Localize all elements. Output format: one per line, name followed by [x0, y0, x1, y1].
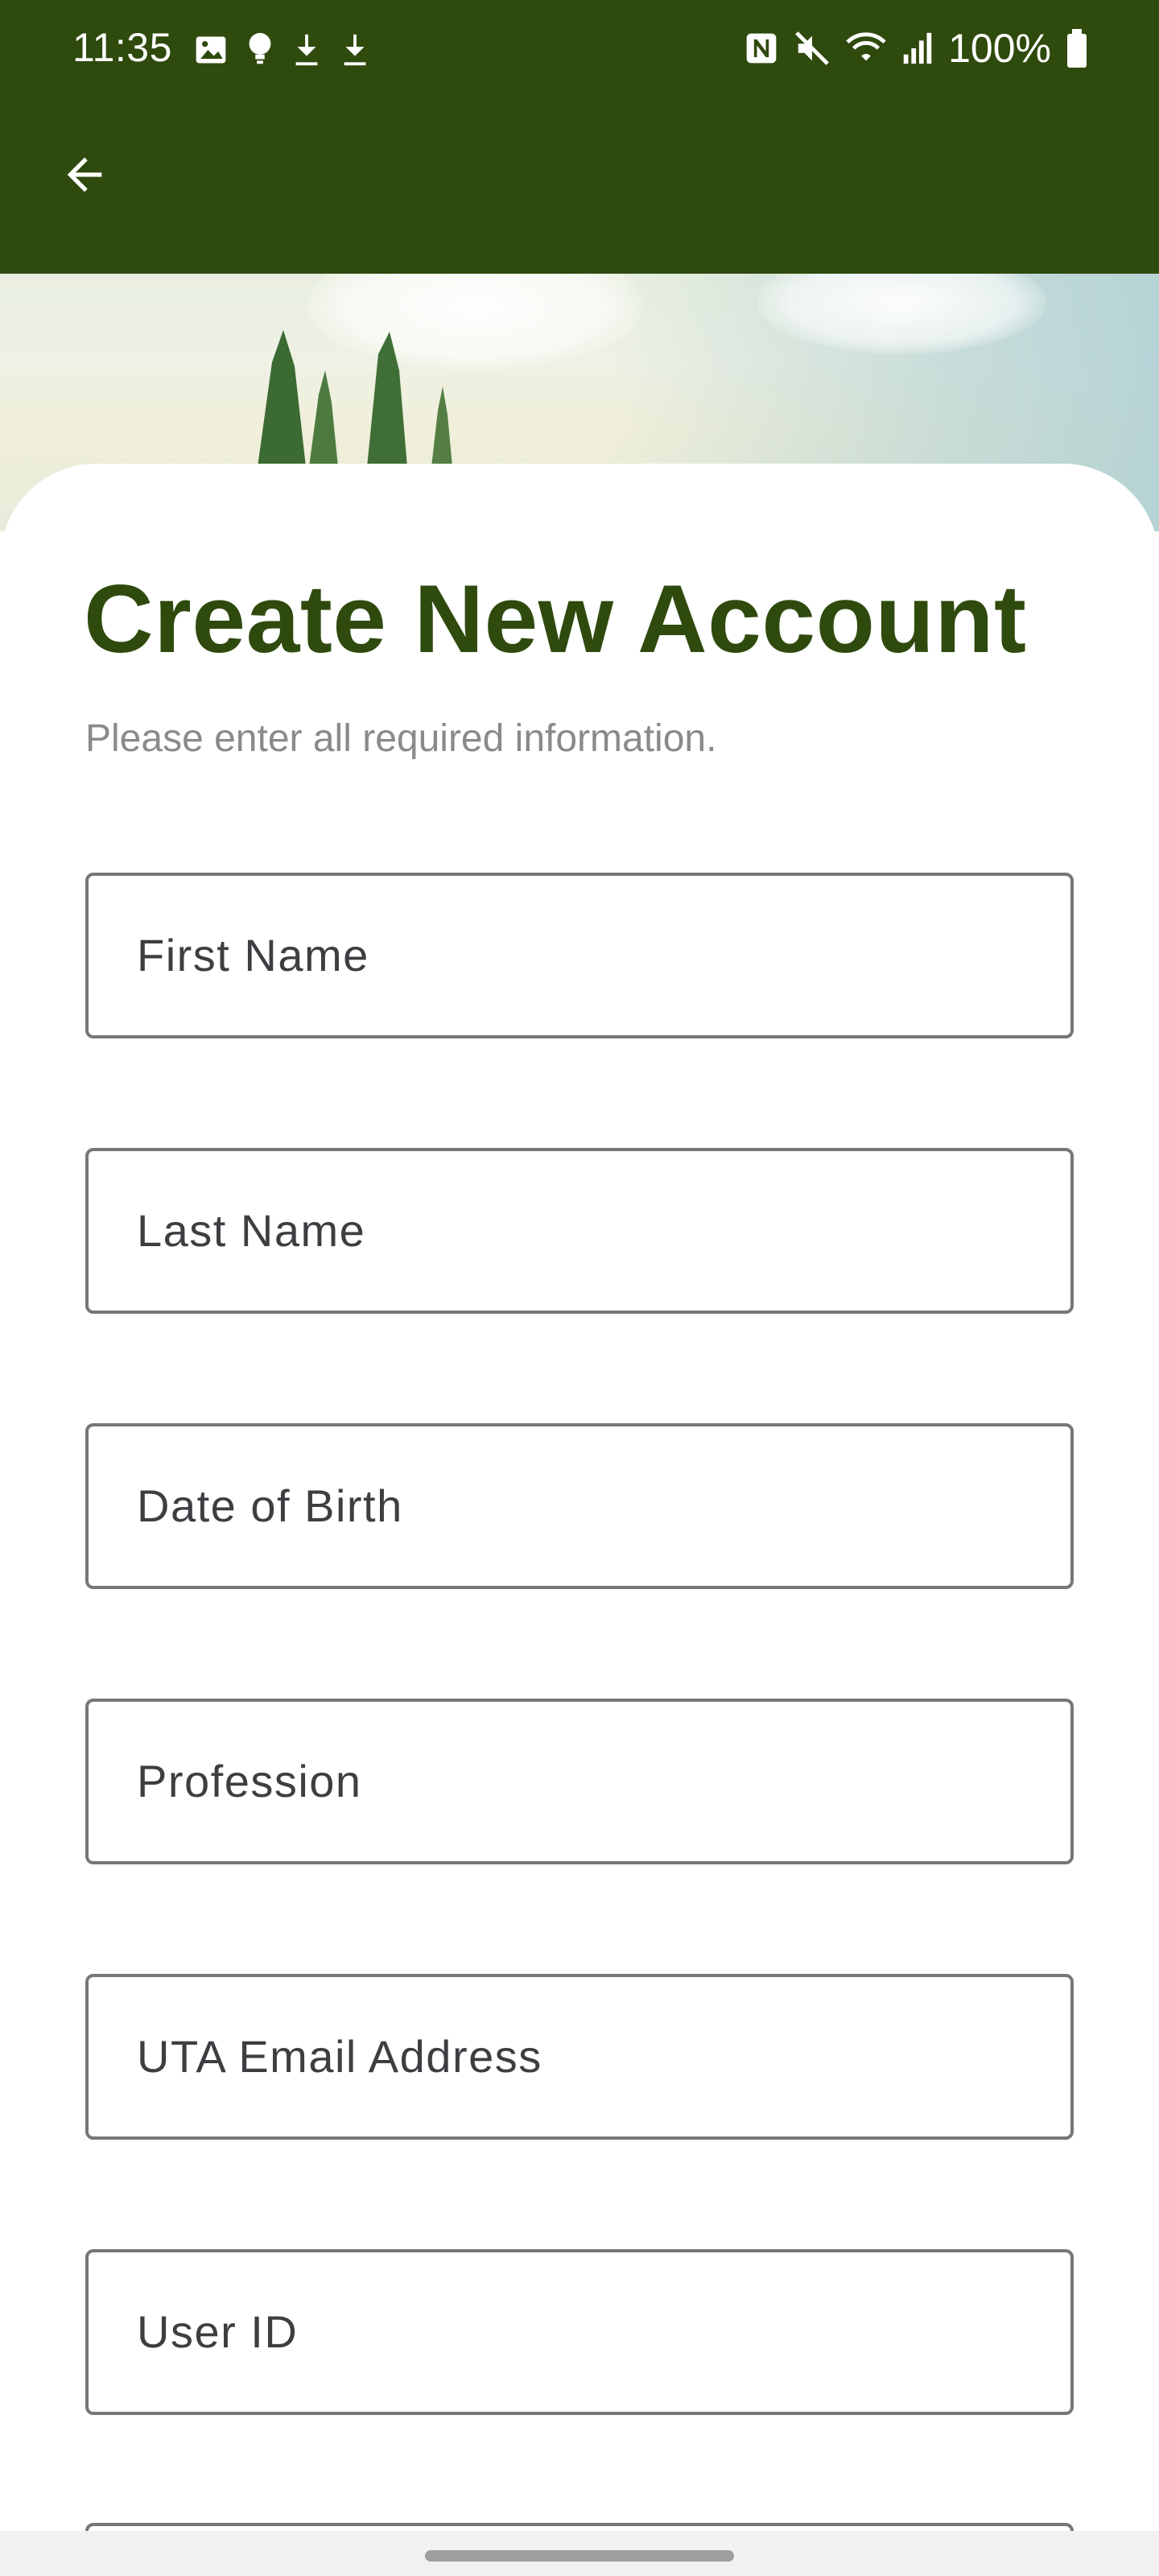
last-name-field[interactable]: Last Name — [85, 1148, 1074, 1314]
date-of-birth-field[interactable]: Date of Birth — [85, 1423, 1074, 1589]
wifi-icon — [845, 30, 887, 67]
user-id-field[interactable]: User ID — [85, 2249, 1074, 2415]
user-id-label: User ID — [137, 2306, 299, 2357]
system-nav-bar — [0, 2531, 1159, 2576]
notification-icons — [193, 29, 370, 71]
system-icons: 100% — [744, 24, 1088, 72]
email-field[interactable]: UTA Email Address — [85, 1974, 1074, 2140]
status-bar: 11:35 100% — [0, 0, 1159, 100]
battery-percentage: 100% — [948, 26, 1051, 71]
first-name-label: First Name — [137, 930, 369, 980]
nfc-icon — [744, 30, 779, 67]
page-subtitle: Please enter all required information. — [85, 717, 717, 760]
mute-icon — [794, 30, 831, 67]
arrow-left-icon — [59, 149, 110, 200]
status-time: 11:35 — [72, 25, 172, 70]
email-label: UTA Email Address — [137, 2031, 542, 2082]
signal-icon — [901, 30, 934, 67]
header: 11:35 100% — [0, 0, 1159, 274]
home-handle[interactable] — [425, 2550, 734, 2562]
profession-label: Profession — [137, 1756, 362, 1806]
download-icon — [291, 31, 322, 68]
profession-field[interactable]: Profession — [85, 1699, 1074, 1864]
last-name-label: Last Name — [137, 1205, 366, 1256]
battery-icon — [1066, 29, 1088, 68]
page-title: Create New Account — [84, 565, 1027, 673]
app-root: 11:35 100% Create New Account Please ent… — [0, 0, 1159, 2576]
lightbulb-icon — [246, 31, 274, 68]
back-button[interactable] — [48, 138, 121, 211]
download-icon — [340, 31, 370, 68]
image-icon — [193, 32, 229, 68]
first-name-field[interactable]: First Name — [85, 873, 1074, 1038]
date-of-birth-label: Date of Birth — [137, 1480, 403, 1531]
